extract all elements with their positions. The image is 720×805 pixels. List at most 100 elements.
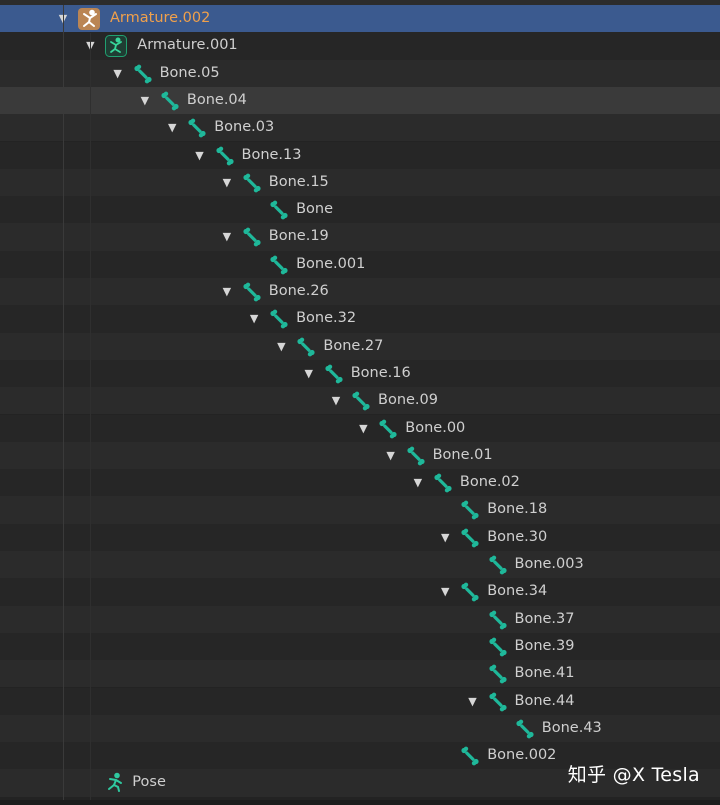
bone-icon — [488, 555, 508, 575]
expand-arrow-icon[interactable]: ▼ — [411, 469, 425, 496]
outliner-row[interactable]: ▼ Bone.16 — [0, 359, 720, 388]
bone-icon — [488, 610, 508, 630]
outliner-item-label: Bone.05 — [159, 64, 220, 81]
outliner-item-label: Bone.16 — [350, 364, 411, 381]
outliner-item-label: Bone.02 — [459, 474, 520, 491]
outliner-row[interactable]: ▼ Bone.32 — [0, 305, 720, 333]
expand-arrow-icon[interactable]: ▼ — [220, 278, 234, 305]
expand-arrow-icon[interactable]: ▼ — [438, 578, 452, 605]
bone-icon — [460, 528, 480, 548]
outliner-item-label: Bone.13 — [241, 146, 302, 163]
expand-arrow-icon[interactable]: ▼ — [111, 60, 125, 87]
bone-icon — [406, 446, 426, 466]
outliner-row[interactable]: Bone.39 — [0, 632, 720, 661]
hierarchy-line — [63, 5, 64, 800]
expand-arrow-icon[interactable]: ▼ — [438, 524, 452, 551]
bone-icon — [488, 692, 508, 712]
expand-arrow-icon[interactable]: ▼ — [356, 415, 370, 442]
outliner-item-label: Bone.27 — [323, 337, 384, 354]
expand-arrow-icon[interactable]: ▼ — [329, 387, 343, 414]
outliner-item-label: Bone.39 — [514, 637, 575, 654]
outliner-item-label: Bone.18 — [487, 501, 548, 518]
outliner-row[interactable]: ▼ Bone.05 — [0, 59, 720, 87]
bone-icon — [269, 255, 289, 275]
outliner-row[interactable]: Bone.18 — [0, 496, 720, 524]
outliner-row[interactable]: ▼ Bone.04 — [0, 86, 720, 115]
bone-icon — [187, 118, 207, 138]
bone-icon — [488, 664, 508, 684]
outliner-item-label: Bone.32 — [296, 310, 357, 327]
bone-icon — [296, 337, 316, 357]
bone-icon — [269, 200, 289, 220]
outliner-row[interactable]: ▼ Bone.19 — [0, 223, 720, 251]
outliner-row[interactable]: Bone.003 — [0, 551, 720, 579]
outliner-item-label: Pose — [132, 774, 166, 791]
bone-icon — [460, 746, 480, 766]
outliner-item-label: Bone.002 — [487, 747, 557, 764]
outliner-row[interactable]: ▼ Bone.26 — [0, 278, 720, 306]
outliner-row[interactable]: ▼ Bone.27 — [0, 332, 720, 360]
outliner-item-label: Bone.00 — [405, 419, 466, 436]
outliner-row[interactable]: Bone.43 — [0, 714, 720, 743]
expand-arrow-icon[interactable]: ▼ — [220, 169, 234, 196]
expand-arrow-icon[interactable]: ▼ — [193, 142, 207, 169]
outliner-item-label: Bone.44 — [514, 692, 575, 709]
bone-icon — [133, 64, 153, 84]
outliner-row[interactable]: ▼Armature.001 — [0, 32, 720, 60]
outliner-item-label: Bone.30 — [487, 528, 548, 545]
bone-icon — [242, 173, 262, 193]
outliner-row[interactable]: ▼Armature.002 — [0, 5, 720, 33]
outliner-item-label: Bone.41 — [514, 665, 575, 682]
outliner-row[interactable]: ▼ Bone.30 — [0, 523, 720, 551]
outliner-item-label: Bone.003 — [514, 556, 584, 572]
outliner-row[interactable]: ▼ Bone.34 — [0, 578, 720, 606]
expand-arrow-icon[interactable]: ▼ — [247, 305, 261, 332]
outliner-item-label: Bone.001 — [296, 255, 366, 272]
outliner-item-label: Bone.04 — [186, 91, 247, 108]
bone-icon — [351, 391, 371, 411]
outliner-row[interactable]: ▼ Bone.01 — [0, 441, 720, 470]
outliner-row[interactable]: Bone.41 — [0, 660, 720, 688]
pose-icon — [105, 772, 127, 794]
outliner-row[interactable]: ▼ Bone.02 — [0, 469, 720, 497]
outliner-row[interactable]: ▼ Bone.03 — [0, 114, 720, 142]
outliner-item-label: Bone.01 — [432, 446, 493, 463]
outliner-item-label: Bone.03 — [214, 119, 275, 136]
expand-arrow-icon[interactable]: ▼ — [466, 688, 480, 715]
armature-object-icon — [78, 8, 100, 30]
bone-icon — [269, 309, 289, 329]
outliner-item-label: Armature.002 — [110, 10, 211, 26]
outliner-tree: ▼Armature.002▼Armature.001▼Bone.05▼Bone.… — [0, 0, 720, 805]
expand-arrow-icon[interactable]: ▼ — [384, 442, 398, 469]
bone-icon — [324, 364, 344, 384]
outliner-row[interactable]: ▼ Bone.15 — [0, 168, 720, 197]
bone-icon — [160, 91, 180, 111]
expand-arrow-icon[interactable]: ▼ — [274, 333, 288, 360]
bone-icon — [242, 227, 262, 247]
outliner-item-label: Bone.34 — [487, 583, 548, 600]
expand-arrow-icon[interactable]: ▼ — [302, 360, 316, 387]
bottom-border — [0, 800, 720, 805]
armature-data-icon — [105, 35, 128, 58]
outliner-row[interactable]: ▼ Bone.00 — [0, 414, 720, 442]
bone-icon — [460, 582, 480, 602]
bone-icon — [460, 500, 480, 520]
outliner-row[interactable]: Bone.37 — [0, 605, 720, 633]
bone-icon — [515, 719, 535, 739]
outliner-item-label: Bone.43 — [541, 719, 602, 736]
expand-arrow-icon[interactable]: ▼ — [165, 114, 179, 141]
bone-icon — [215, 146, 235, 166]
outliner-row[interactable]: ▼ Bone.13 — [0, 141, 720, 169]
outliner-item-label: Bone.37 — [514, 610, 575, 627]
hierarchy-line-secondary — [90, 33, 91, 800]
watermark-text: 知乎 @X Tesla — [567, 764, 700, 786]
outliner-row[interactable]: ▼ Bone.44 — [0, 687, 720, 715]
bone-icon — [433, 473, 453, 493]
bone-icon — [378, 419, 398, 439]
expand-arrow-icon[interactable]: ▼ — [138, 87, 152, 114]
expand-arrow-icon[interactable]: ▼ — [220, 223, 234, 250]
outliner-row[interactable]: Bone — [0, 196, 720, 224]
bone-icon — [488, 637, 508, 657]
outliner-row[interactable]: Bone.001 — [0, 250, 720, 278]
outliner-row[interactable]: ▼ Bone.09 — [0, 387, 720, 415]
